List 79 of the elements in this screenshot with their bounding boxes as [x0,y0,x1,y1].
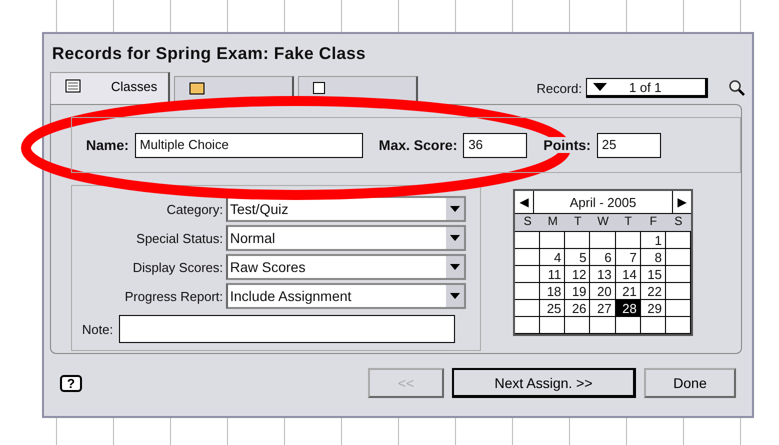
weekday-label: S [666,214,691,232]
dropdown[interactable]: Raw Scores [226,254,466,280]
empty-day-cell [666,317,691,334]
empty-day-cell [616,317,641,334]
text-field[interactable]: 36 [463,132,528,158]
option-label: Progress Report: [124,288,223,304]
day-cell[interactable]: 15 [640,266,666,283]
note-label: Note: [82,322,114,336]
weekday-label: T [616,214,641,232]
page-icon [313,82,325,94]
done-button[interactable]: Done [644,368,736,398]
window-title: Records for Spring Exam: Fake Class [51,43,367,65]
empty-day-cell [515,300,540,317]
weekday-label: M [540,214,566,232]
day-cell[interactable]: 22 [640,283,666,300]
tab[interactable]: Classes [50,72,170,104]
day-cell[interactable]: 8 [640,249,666,266]
note-field[interactable] [119,315,456,343]
caret-icon [450,264,460,270]
weekday-label: T [565,214,590,232]
empty-day-cell [640,317,666,334]
record-label: Record: [536,80,582,96]
weekday-label: W [590,214,616,232]
dropdown[interactable]: Include Assignment [226,283,466,309]
day-cell[interactable]: 13 [590,266,616,283]
empty-day-cell [590,232,616,249]
option-label: Display Scores: [132,260,223,274]
empty-day-cell [515,249,540,266]
empty-day-cell [590,317,616,334]
option-label: Category: [166,202,223,216]
search-icon[interactable] [728,79,746,97]
caret-icon [450,206,460,212]
grid-icon [65,79,81,93]
day-cell[interactable]: 4 [540,249,566,266]
field-label: Points: [543,137,591,153]
empty-day-cell [666,249,691,266]
weekday-label: F [640,214,666,232]
help-button[interactable]: ? [60,374,82,392]
empty-day-cell [515,317,540,334]
folder-icon [189,81,205,95]
day-cell[interactable]: 6 [590,249,616,266]
day-cell[interactable]: 11 [540,266,566,283]
option-label: Special Status: [136,230,223,246]
day-cell[interactable]: 5 [565,249,590,266]
day-cell[interactable]: 25 [540,300,566,317]
empty-day-cell [565,232,590,249]
record-dropdown[interactable]: 1 of 1 [586,78,708,98]
day-cell[interactable]: 26 [565,300,590,317]
day-cell[interactable]: 1 [640,232,666,249]
empty-day-cell [666,232,691,249]
weekday-label: S [515,214,540,232]
empty-day-cell [540,317,566,334]
day-cell[interactable]: 28 [616,300,641,317]
day-cell[interactable]: 29 [640,300,666,317]
empty-day-cell [666,266,691,283]
empty-day-cell [666,300,691,317]
day-cell[interactable]: 18 [540,283,566,300]
empty-day-cell [515,232,540,249]
caret-icon [593,83,607,91]
caret-icon [450,293,460,299]
empty-day-cell [515,283,540,300]
day-cell[interactable]: 7 [616,249,641,266]
caret-icon [450,235,460,241]
empty-day-cell [515,266,540,283]
next-button[interactable]: Next Assign. >> [452,368,636,398]
empty-day-cell [565,317,590,334]
empty-day-cell [540,232,566,249]
day-cell[interactable]: 19 [565,283,590,300]
day-cell[interactable]: 14 [616,266,641,283]
empty-day-cell [666,283,691,300]
empty-day-cell [616,232,641,249]
day-cell[interactable]: 20 [590,283,616,300]
field-label: Max. Score: [378,137,458,153]
text-field[interactable]: Multiple Choice [134,132,363,158]
text-field[interactable]: 25 [596,132,661,158]
dropdown[interactable]: Test/Quiz [226,196,466,222]
day-cell[interactable]: 12 [565,266,590,283]
dropdown[interactable]: Normal [226,225,466,251]
field-label: Name: [86,137,129,153]
